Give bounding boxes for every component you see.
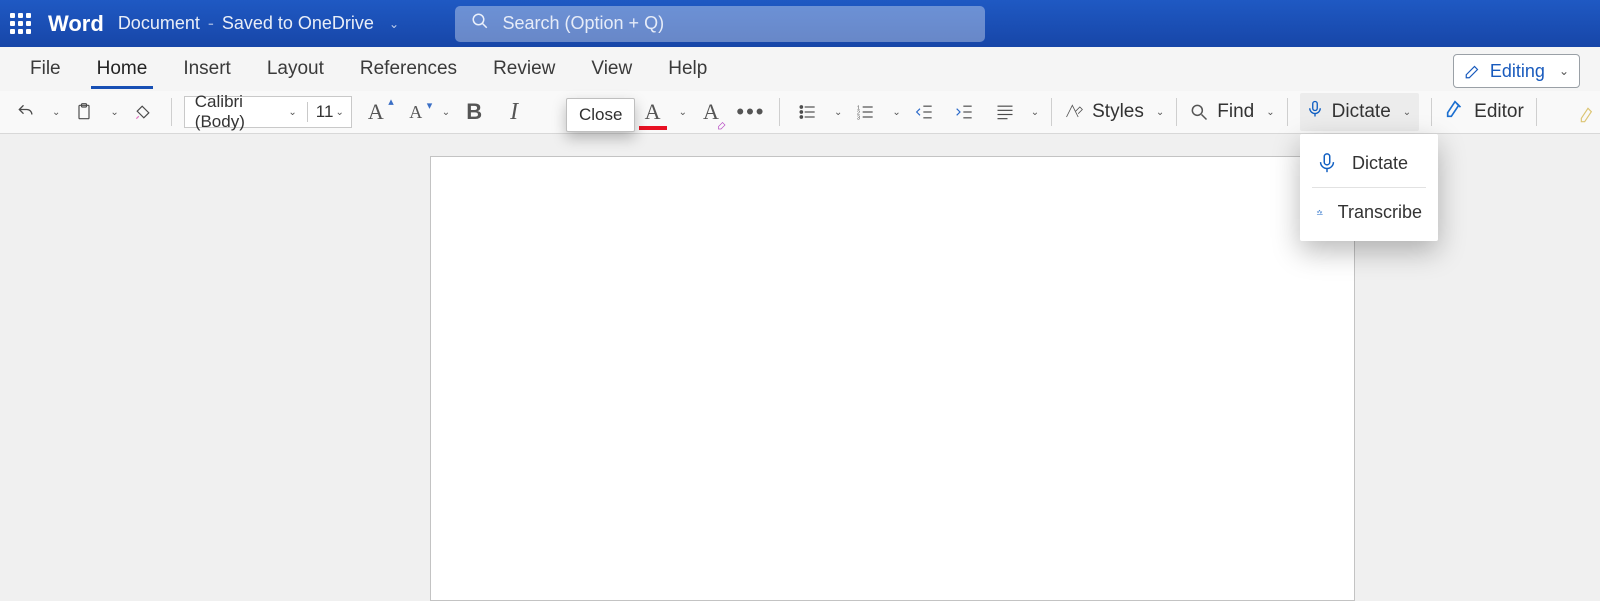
chevron-down-icon: ⌄ bbox=[389, 17, 399, 31]
chevron-down-icon: ⌄ bbox=[1403, 107, 1411, 118]
tab-insert[interactable]: Insert bbox=[165, 48, 249, 90]
search-icon bbox=[471, 12, 489, 35]
font-name-value: Calibri (Body) bbox=[195, 92, 287, 132]
tab-layout[interactable]: Layout bbox=[249, 48, 342, 90]
eraser-icon bbox=[717, 118, 729, 130]
app-launcher-button[interactable] bbox=[0, 0, 40, 47]
tab-home[interactable]: Home bbox=[79, 48, 166, 90]
shrink-font-button[interactable]: A▾ bbox=[400, 96, 432, 128]
find-label: Find bbox=[1217, 101, 1254, 123]
dictate-label: Dictate bbox=[1332, 101, 1391, 123]
title-bar: Word Document - Saved to OneDrive ⌄ Sear… bbox=[0, 0, 1600, 47]
waffle-icon bbox=[10, 13, 31, 34]
paste-button[interactable] bbox=[68, 96, 100, 128]
chevron-down-icon[interactable]: ⌄ bbox=[442, 107, 450, 118]
svg-text:3: 3 bbox=[857, 116, 860, 122]
dictate-menu: Dictate Transcribe bbox=[1300, 134, 1438, 241]
italic-button[interactable]: I bbox=[498, 96, 530, 128]
app-name: Word bbox=[48, 11, 104, 37]
tab-file[interactable]: File bbox=[12, 48, 79, 90]
tab-help[interactable]: Help bbox=[650, 48, 725, 90]
styles-icon bbox=[1064, 102, 1084, 122]
numbered-list-button[interactable]: 123 bbox=[850, 96, 882, 128]
font-size-value: 11 bbox=[316, 102, 334, 122]
tab-references[interactable]: References bbox=[342, 48, 475, 90]
format-painter-button[interactable] bbox=[127, 96, 159, 128]
document-name: Document bbox=[118, 13, 200, 34]
font-color-button[interactable]: A bbox=[637, 96, 669, 128]
search-icon bbox=[1189, 102, 1209, 122]
menu-divider bbox=[1312, 187, 1426, 188]
chevron-down-icon[interactable]: ⌄ bbox=[679, 107, 687, 118]
search-container: Search (Option + Q) bbox=[455, 6, 985, 42]
chevron-down-icon[interactable]: ⌄ bbox=[1031, 107, 1039, 118]
tab-view[interactable]: View bbox=[573, 48, 650, 90]
microphone-icon bbox=[1316, 152, 1338, 174]
ribbon-toolbar: ⌄ ⌄ Calibri (Body) ⌄ 11 ⌄ A▴ A▾ ⌄ B I bbox=[0, 91, 1600, 134]
tooltip-label: Close bbox=[579, 105, 622, 124]
chevron-down-icon[interactable]: ⌄ bbox=[52, 107, 60, 118]
overflow-icon[interactable] bbox=[1572, 99, 1600, 131]
editing-mode-label: Editing bbox=[1490, 61, 1545, 82]
chevron-down-icon: ⌄ bbox=[1156, 107, 1164, 118]
menu-item-label: Transcribe bbox=[1338, 202, 1422, 223]
editor-icon bbox=[1444, 98, 1466, 126]
dictate-menu-transcribe[interactable]: Transcribe bbox=[1300, 191, 1438, 233]
document-page[interactable] bbox=[430, 156, 1355, 601]
chevron-down-icon: ⌄ bbox=[335, 107, 343, 118]
save-state: Saved to OneDrive bbox=[222, 13, 374, 34]
menu-item-label: Dictate bbox=[1352, 153, 1408, 174]
ribbon-tabs: File Home Insert Layout References Revie… bbox=[0, 47, 1600, 91]
search-placeholder: Search (Option + Q) bbox=[503, 13, 665, 34]
chevron-down-icon: ⌄ bbox=[1266, 107, 1274, 118]
align-button[interactable] bbox=[989, 96, 1021, 128]
find-button[interactable]: Find ⌄ bbox=[1189, 101, 1274, 123]
font-selector[interactable]: Calibri (Body) ⌄ 11 ⌄ bbox=[184, 96, 352, 128]
transcribe-icon bbox=[1316, 201, 1324, 223]
decrease-indent-button[interactable] bbox=[909, 96, 941, 128]
clear-formatting-button[interactable]: A bbox=[695, 96, 727, 128]
chevron-down-icon[interactable]: ⌄ bbox=[892, 107, 900, 118]
editor-label: Editor bbox=[1474, 101, 1524, 123]
chevron-down-icon: ⌄ bbox=[1559, 64, 1569, 78]
font-size-selector[interactable]: 11 ⌄ bbox=[307, 102, 351, 122]
bold-button[interactable]: B bbox=[458, 96, 490, 128]
bullet-list-button[interactable] bbox=[792, 96, 824, 128]
editor-button[interactable]: Editor bbox=[1444, 98, 1524, 126]
more-options-button[interactable]: ••• bbox=[735, 96, 767, 128]
tab-review[interactable]: Review bbox=[475, 48, 573, 90]
search-input[interactable]: Search (Option + Q) bbox=[455, 6, 985, 42]
editing-mode-button[interactable]: Editing ⌄ bbox=[1453, 54, 1580, 88]
styles-button[interactable]: Styles ⌄ bbox=[1064, 101, 1164, 123]
dictate-button[interactable]: Dictate ⌄ bbox=[1300, 93, 1420, 131]
chevron-down-icon[interactable]: ⌄ bbox=[834, 107, 842, 118]
dictate-menu-dictate[interactable]: Dictate bbox=[1300, 142, 1438, 184]
grow-font-button[interactable]: A▴ bbox=[360, 96, 392, 128]
increase-indent-button[interactable] bbox=[949, 96, 981, 128]
pencil-icon bbox=[1464, 62, 1482, 80]
chevron-down-icon[interactable]: ⌄ bbox=[110, 107, 118, 118]
undo-button[interactable] bbox=[10, 96, 42, 128]
tooltip-close: Close bbox=[566, 98, 635, 132]
chevron-down-icon: ⌄ bbox=[288, 107, 296, 118]
styles-label: Styles bbox=[1092, 101, 1144, 123]
microphone-icon bbox=[1306, 97, 1324, 127]
document-title[interactable]: Document - Saved to OneDrive ⌄ bbox=[118, 13, 399, 34]
